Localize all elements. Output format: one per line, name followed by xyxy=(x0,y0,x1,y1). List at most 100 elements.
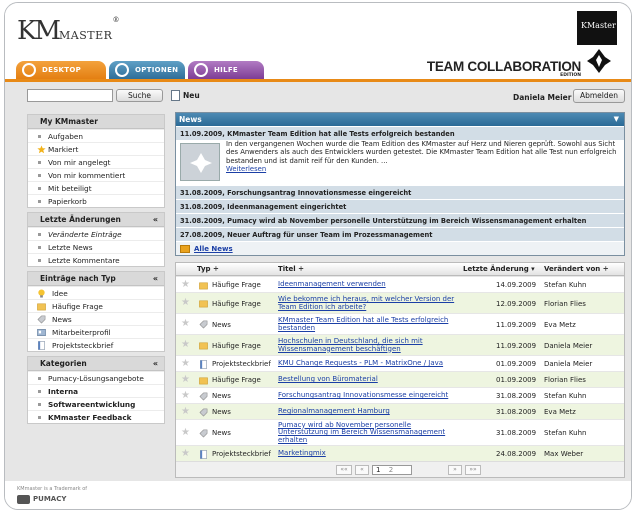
sidebar-item-idee[interactable]: Idee xyxy=(28,286,164,299)
last-page-button[interactable]: »» xyxy=(465,465,481,475)
sidebar-section-title[interactable]: Einträge nach Typ « xyxy=(28,272,164,286)
star-icon[interactable]: ★ xyxy=(181,318,190,329)
prev-page-button[interactable]: « xyxy=(355,465,369,475)
sidebar-item-kmmaster-feedback[interactable]: KMmaster Feedback xyxy=(28,410,164,423)
star-icon[interactable]: ★ xyxy=(181,390,190,401)
sidebar-item-label: Veränderte Einträge xyxy=(48,230,122,239)
tab-hilfe[interactable]: HILFE xyxy=(188,61,264,79)
sidebar-item-aufgaben[interactable]: Aufgaben xyxy=(28,129,164,142)
sidebar-item-haeufige-frage[interactable]: Häufige Frage xyxy=(28,299,164,312)
col-title[interactable]: Titel ÷ xyxy=(278,263,304,276)
star-icon[interactable]: ★ xyxy=(181,358,190,369)
row-title-link[interactable]: Bestellung von Büromaterial xyxy=(278,375,461,384)
sidebar-section-title[interactable]: Kategorien « xyxy=(28,357,164,371)
sidebar-item-label: Softwareentwicklung xyxy=(48,400,136,409)
sidebar-item-label: Projektsteckbrief xyxy=(52,341,114,350)
col-date[interactable]: Letzte Änderung ▾ xyxy=(463,263,535,276)
sidebar-item-von-mir-kommentiert[interactable]: Von mir kommentiert xyxy=(28,168,164,181)
gear-icon xyxy=(115,63,129,77)
sidebar-item-letzte-news[interactable]: Letzte News xyxy=(28,240,164,253)
sidebar-item-veraenderte-eintraege[interactable]: Veränderte Einträge xyxy=(28,227,164,240)
row-title-link[interactable]: KMU Change Requests - PLM - MatrixOne / … xyxy=(278,359,461,368)
trademark-note: KMmaster is a Trademark of xyxy=(17,486,88,492)
logo-km: KM xyxy=(17,16,61,46)
pumacy-logo[interactable]: PUMACY xyxy=(17,495,66,504)
search-input[interactable] xyxy=(27,89,113,102)
star-icon[interactable]: ★ xyxy=(181,279,190,290)
sidebar-my-kmmaster: My KMmaster Aufgaben Markiert Von mir an… xyxy=(27,114,165,208)
app-window: KMMASTER® KMaster TEAM COLLABORATION EDI… xyxy=(4,2,632,510)
col-changed-by[interactable]: Verändert von ÷ xyxy=(544,263,609,276)
chevron-down-icon[interactable]: ▼ xyxy=(614,113,619,126)
sidebar-section-title[interactable]: Letzte Änderungen « xyxy=(28,213,164,227)
star-icon[interactable]: ★ xyxy=(181,406,190,417)
news-headline[interactable]: 31.08.2009, Ideenmanagement eingerichtet xyxy=(176,199,624,213)
sidebar-item-mitarbeiterprofil[interactable]: Mitarbeiterprofil xyxy=(28,325,164,338)
sidebar-item-projektsteckbrief[interactable]: Projektsteckbrief xyxy=(28,338,164,351)
table-row[interactable]: ★ News Pumacy wird ab November personelle … xyxy=(176,419,624,445)
collapse-icon[interactable]: « xyxy=(153,272,158,286)
table-row[interactable]: ★ Projektsteckbrief Marketingmix 24.08.2009… xyxy=(176,445,624,461)
collapse-icon[interactable]: « xyxy=(153,213,158,227)
news-panel: News ▼ 11.09.2009, KMmaster Team Edition … xyxy=(175,112,625,256)
table-row[interactable]: ★ News Forschungsantrag Innovationsmesse e… xyxy=(176,387,624,403)
table-row[interactable]: ★ Häufige Frage Wie bekomme ich heraus, mi… xyxy=(176,292,624,313)
all-news-link[interactable]: Alle News xyxy=(176,241,624,255)
row-title-link[interactable]: Regionalmanagement Hamburg xyxy=(278,407,461,416)
kmmaster-logo[interactable]: KMMASTER ® xyxy=(17,16,119,46)
table-row[interactable]: ★ Häufige Frage Hochschulen in Deutschland… xyxy=(176,334,624,355)
tab-optionen[interactable]: OPTIONEN xyxy=(109,61,185,79)
sidebar-item-mit-beteiligt[interactable]: Mit beteiligt xyxy=(28,181,164,194)
sidebar-item-markiert[interactable]: Markiert xyxy=(28,142,164,155)
star-icon[interactable]: ★ xyxy=(181,374,190,385)
table-row[interactable]: ★ Häufige Frage Ideenmanagement verwenden 1… xyxy=(176,276,624,292)
table-row[interactable]: ★ Häufige Frage Bestellung von Büromateria… xyxy=(176,371,624,387)
table-row[interactable]: ★ News KMmaster Team Edition hat alle Test… xyxy=(176,313,624,334)
bullet-icon xyxy=(38,233,41,236)
row-title-link[interactable]: Ideenmanagement verwenden xyxy=(278,280,461,289)
tab-desktop-label: DESKTOP xyxy=(42,66,82,74)
star-icon[interactable]: ★ xyxy=(181,297,190,308)
table-row[interactable]: ★ News Regionalmanagement Hamburg 31.08.200… xyxy=(176,403,624,419)
col-type[interactable]: Typ ÷ xyxy=(197,263,219,276)
sidebar-item-softwareentwicklung[interactable]: Softwareentwicklung xyxy=(28,397,164,410)
news-headline[interactable]: 11.09.2009, KMmaster Team Edition hat al… xyxy=(176,126,624,140)
collapse-icon[interactable]: « xyxy=(153,357,158,371)
row-title-link[interactable]: Marketingmix xyxy=(278,449,461,458)
news-headline[interactable]: 31.08.2009, Forschungsantrag Innovations… xyxy=(176,185,624,199)
logout-button[interactable]: Abmelden xyxy=(573,89,625,103)
sidebar-item-interna[interactable]: Interna xyxy=(28,384,164,397)
sidebar-item-pumacy-loesungsangebote[interactable]: Pumacy-Lösungsangebote xyxy=(28,371,164,384)
table-row[interactable]: ★ Projektsteckbrief KMU Change Requests - … xyxy=(176,355,624,371)
folder-icon xyxy=(199,282,208,289)
current-user: Daniela Meier xyxy=(513,93,572,102)
star-icon[interactable]: ★ xyxy=(181,427,190,438)
search-button[interactable]: Suche xyxy=(116,89,163,102)
row-changed-by: Stefan Kuhn xyxy=(544,392,587,400)
row-title-link[interactable]: Pumacy wird ab November personelle Unter… xyxy=(278,421,461,445)
tab-desktop[interactable]: DESKTOP xyxy=(16,61,106,79)
next-page-button[interactable]: » xyxy=(448,465,462,475)
star-icon[interactable]: ★ xyxy=(181,339,190,350)
row-title-link[interactable]: KMmaster Team Edition hat alle Tests erf… xyxy=(278,316,461,332)
news-headline[interactable]: 31.08.2009, Pumacy wird ab November pers… xyxy=(176,213,624,227)
row-changed-by: Daniela Meier xyxy=(544,360,593,368)
row-title-link[interactable]: Forschungsantrag Innovationsmesse einger… xyxy=(278,391,461,400)
first-page-button[interactable]: «« xyxy=(336,465,352,475)
row-title-link[interactable]: Hochschulen in Deutschland, die sich mit… xyxy=(278,337,461,353)
page-input[interactable]: 1 2 xyxy=(372,465,412,475)
pumacy-icon xyxy=(17,495,30,504)
sidebar-item-news[interactable]: News xyxy=(28,312,164,325)
news-headline[interactable]: 27.08.2009, Neuer Auftrag für unser Team… xyxy=(176,227,624,241)
sidebar-item-papierkorb[interactable]: Papierkorb xyxy=(28,194,164,207)
row-type: News xyxy=(212,429,231,437)
sidebar-item-letzte-kommentare[interactable]: Letzte Kommentare xyxy=(28,253,164,266)
read-more-link[interactable]: Weiterlesen xyxy=(226,165,266,173)
row-title-link[interactable]: Wie bekomme ich heraus, mit welcher Vers… xyxy=(278,295,461,311)
entries-table: Typ ÷ Titel ÷ Letzte Änderung ▾ Veränder… xyxy=(175,262,625,478)
new-button[interactable]: Neu xyxy=(171,90,200,101)
row-date: 14.09.2009 xyxy=(496,281,537,289)
bullet-icon xyxy=(38,174,41,177)
sidebar-item-von-mir-angelegt[interactable]: Von mir angelegt xyxy=(28,155,164,168)
star-icon[interactable]: ★ xyxy=(181,448,190,459)
